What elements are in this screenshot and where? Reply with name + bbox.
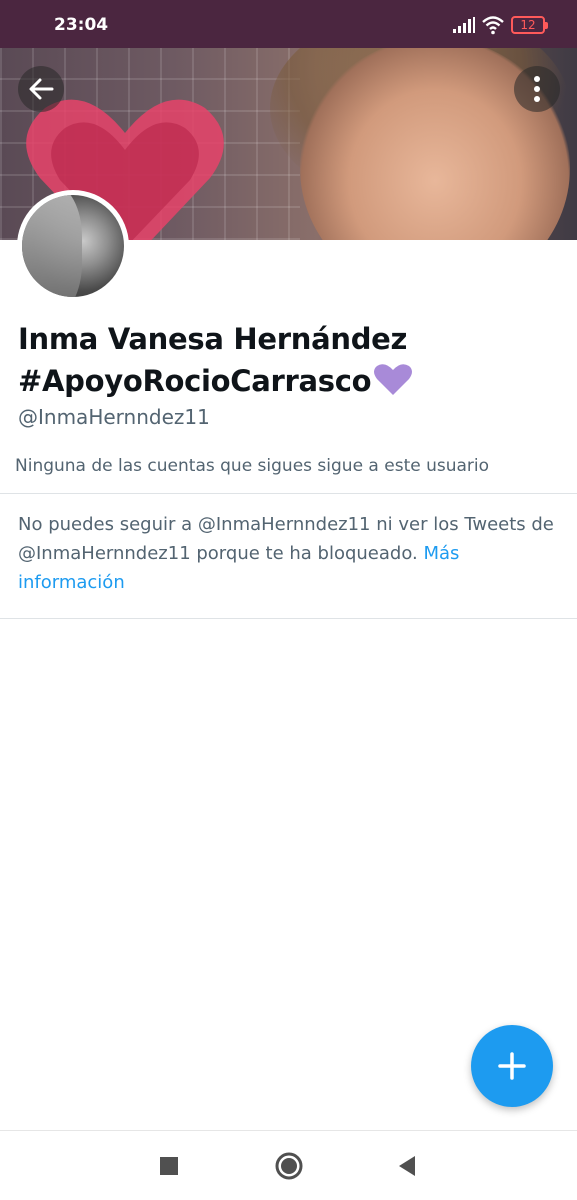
plus-icon: [498, 1052, 526, 1080]
back-button[interactable]: [18, 66, 64, 112]
display-name-line2: #ApoyoRocioCarrasco: [18, 364, 372, 398]
more-vertical-icon: [534, 76, 540, 102]
divider: [0, 493, 577, 494]
display-name-line2-wrap: #ApoyoRocioCarrasco: [18, 360, 558, 402]
system-nav-bar: [0, 1131, 577, 1200]
signal-icon: [453, 17, 475, 33]
status-time: 23:04: [54, 15, 109, 35]
display-name-line1: Inma Vanesa Hernández: [18, 322, 408, 356]
recents-icon[interactable]: [152, 1149, 186, 1183]
followers-you-know-note: Ninguna de las cuentas que sigues sigue …: [15, 456, 490, 476]
wifi-icon: [482, 16, 504, 35]
more-options-button[interactable]: [514, 66, 560, 112]
home-icon[interactable]: [272, 1149, 306, 1183]
display-name: Inma Vanesa Hernández #ApoyoRocioCarrasc…: [18, 318, 558, 402]
avatar-photo: [22, 195, 124, 297]
profile-screen: 23:04 12 Inma Vanesa Hernández #ApoyoRoc…: [0, 0, 577, 1200]
avatar-hair: [22, 195, 82, 297]
blocked-message-text: No puedes seguir a @InmaHernndez11 ni ve…: [18, 514, 554, 564]
status-bar: 23:04 12: [0, 0, 577, 48]
profile-handle: @InmaHernndez11: [18, 405, 210, 429]
purple-heart-icon: [374, 364, 413, 395]
avatar[interactable]: [17, 190, 129, 302]
back-arrow-icon: [29, 78, 54, 100]
battery-icon: 12: [511, 16, 548, 34]
divider: [0, 618, 577, 619]
compose-tweet-button[interactable]: [471, 1025, 553, 1107]
back-icon[interactable]: [390, 1149, 424, 1183]
blocked-message: No puedes seguir a @InmaHernndez11 ni ve…: [18, 510, 558, 597]
